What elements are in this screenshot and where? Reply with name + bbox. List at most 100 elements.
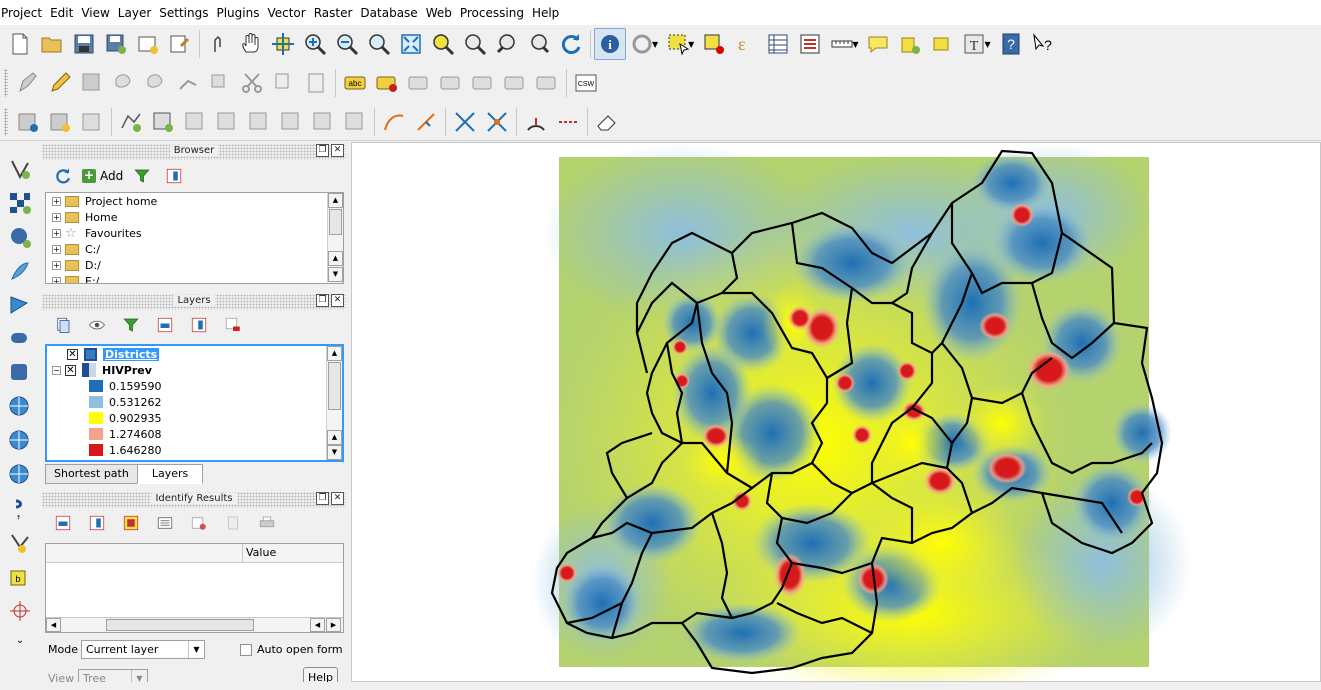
expand-icon[interactable]: + [52, 276, 61, 283]
menu-layer[interactable]: Layer [117, 6, 158, 20]
checkbox-checked-icon[interactable]: ✕ [65, 364, 76, 376]
remove-layer-icon[interactable] [220, 312, 246, 338]
pan-to-selection-icon[interactable] [267, 28, 299, 60]
expand-icon[interactable]: + [52, 244, 61, 254]
simplify-feature-icon[interactable] [115, 106, 147, 138]
add-wms-layer-icon[interactable] [2, 390, 38, 424]
scroll-left-icon[interactable]: ◀ [310, 618, 325, 632]
raster-calculator-icon[interactable] [12, 106, 44, 138]
delete-part-icon[interactable] [275, 106, 307, 138]
scroll-up-icon[interactable]: ▲ [327, 346, 342, 361]
rotate-label-icon[interactable] [467, 67, 499, 99]
clear-results-icon[interactable] [152, 510, 178, 536]
menu-web[interactable]: Web [425, 6, 459, 20]
move-feature-icon[interactable] [140, 67, 172, 99]
menu-settings[interactable]: Settings [158, 6, 215, 20]
checkbox-checked-icon[interactable]: ✕ [67, 348, 78, 360]
add-feature-icon[interactable] [108, 67, 140, 99]
layer-row-districts[interactable]: ✕ Districts [47, 346, 342, 362]
identify-features-icon[interactable]: i [594, 28, 626, 60]
new-project-icon[interactable] [4, 28, 36, 60]
georeferencer-crosshair-icon[interactable] [2, 594, 38, 628]
collapse-icon[interactable]: − [52, 365, 61, 375]
copy-feature-icon[interactable] [186, 510, 212, 536]
new-shapefile-icon[interactable] [2, 526, 38, 560]
circular-string-icon[interactable] [378, 106, 410, 138]
zoom-actual-size-icon[interactable] [363, 28, 395, 60]
delete-selected-icon[interactable] [204, 67, 236, 99]
auto-open-form-checkbox[interactable] [240, 644, 252, 656]
tab-shortest-path[interactable]: Shortest path [45, 464, 138, 484]
change-label-icon[interactable] [499, 67, 531, 99]
add-virtual-layer-icon[interactable]: b [2, 560, 38, 594]
chevron-down-icon[interactable]: ▼ [188, 641, 204, 658]
menu-plugins[interactable]: Plugins [215, 6, 266, 20]
mode-select[interactable]: Current layer ▼ [81, 640, 205, 659]
paste-features-icon[interactable] [300, 67, 332, 99]
zoom-to-selection-icon[interactable] [427, 28, 459, 60]
layer-name-districts[interactable]: Districts [103, 347, 160, 361]
add-oracle-layer-icon[interactable] [2, 322, 38, 356]
current-edits-icon[interactable] [12, 67, 44, 99]
add-wfs-layer-icon[interactable] [2, 458, 38, 492]
offset-point-symbols-icon[interactable] [552, 106, 584, 138]
reshape-features-icon[interactable] [307, 106, 339, 138]
add-ring-icon[interactable] [147, 106, 179, 138]
layers-scrollbar[interactable]: ▲ ▲ ▼ [326, 346, 342, 460]
refresh-icon[interactable] [50, 163, 76, 189]
scroll-thumb[interactable] [329, 209, 342, 235]
pan-map-icon[interactable] [235, 28, 267, 60]
split-features-icon[interactable] [410, 106, 442, 138]
menu-raster[interactable]: Raster [313, 6, 360, 20]
save-as-icon[interactable] [100, 28, 132, 60]
menu-database[interactable]: Database [359, 6, 424, 20]
zoom-out-icon[interactable] [331, 28, 363, 60]
delete-ring-icon[interactable] [243, 106, 275, 138]
map-tips-icon[interactable] [862, 28, 894, 60]
tree-item-project-home[interactable]: + Project home [46, 193, 343, 209]
column-header-feature[interactable] [46, 544, 243, 562]
show-hide-labels-icon[interactable] [403, 67, 435, 99]
scroll-up-icon[interactable]: ▲ [327, 430, 342, 445]
float-panel-icon[interactable]: ❐ [316, 492, 329, 505]
scroll-down-icon[interactable]: ▼ [327, 445, 342, 460]
scroll-thumb[interactable] [328, 362, 341, 410]
layer-labeling-icon[interactable]: abc [339, 67, 371, 99]
chevron-down-icon[interactable]: ▼ [652, 40, 658, 49]
expand-icon[interactable]: + [52, 260, 61, 270]
print-icon[interactable] [254, 510, 280, 536]
menu-project[interactable]: Project [0, 6, 49, 20]
add-vector-layer-icon[interactable] [2, 152, 38, 186]
expand-icon[interactable]: + [52, 196, 61, 206]
add-part-icon[interactable] [179, 106, 211, 138]
filter-legend-icon[interactable] [118, 312, 144, 338]
scroll-left-icon[interactable]: ◀ [46, 618, 61, 632]
eraser-icon[interactable] [591, 106, 623, 138]
pin-labels-icon[interactable] [371, 67, 403, 99]
new-bookmark-icon[interactable] [894, 28, 926, 60]
save-project-icon[interactable] [68, 28, 100, 60]
scroll-up-icon[interactable]: ▲ [328, 251, 343, 266]
show-bookmarks-icon[interactable] [926, 28, 958, 60]
tab-layers[interactable]: Layers [136, 464, 204, 484]
tree-item-drive-d[interactable]: + D:/ [46, 257, 343, 273]
expand-tree-icon[interactable] [50, 510, 76, 536]
scroll-right-icon[interactable]: ▶ [326, 618, 341, 632]
new-print-composer-icon[interactable] [132, 28, 164, 60]
zoom-last-icon[interactable] [491, 28, 523, 60]
cut-features-icon[interactable] [236, 67, 268, 99]
collapse-all-icon[interactable] [186, 312, 212, 338]
statistical-summary-icon[interactable] [794, 28, 826, 60]
deselect-features-icon[interactable] [698, 28, 730, 60]
add-spatialite-layer-icon[interactable] [2, 254, 38, 288]
scroll-up-icon[interactable]: ▲ [328, 193, 343, 208]
offset-curve-icon[interactable] [339, 106, 371, 138]
raster-info-icon[interactable] [76, 106, 108, 138]
composer-manager-icon[interactable] [164, 28, 196, 60]
expand-all-icon[interactable] [152, 312, 178, 338]
filter-icon[interactable] [129, 163, 155, 189]
tree-item-drive-e[interactable]: + E:/ [46, 273, 343, 283]
copy-features-icon[interactable] [268, 67, 300, 99]
expand-icon[interactable]: + [52, 228, 61, 238]
add-delimited-text-icon[interactable]: , [2, 492, 38, 526]
